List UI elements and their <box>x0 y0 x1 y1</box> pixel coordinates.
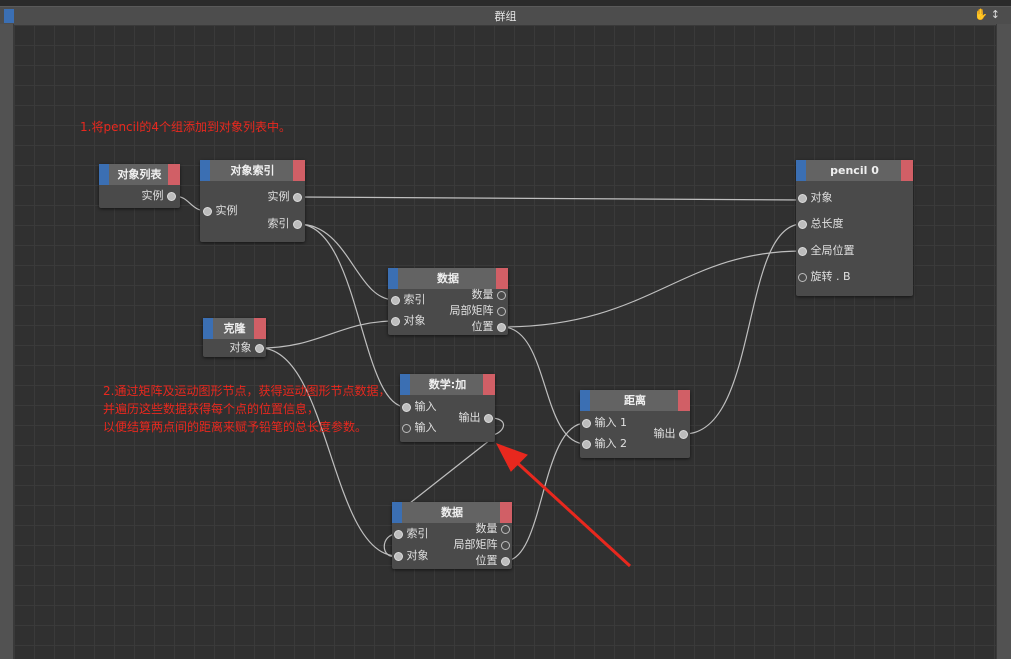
annotation-1: 1.将pencil的4个组添加到对象列表中。 <box>80 120 291 134</box>
annotation-2: 2.通过矩阵及运动图形节点，获得运动图形节点数据， 并遍历这些数据获得每个点的位… <box>103 382 390 436</box>
port-label: 总长度 <box>810 217 844 230</box>
port-socket[interactable] <box>798 272 807 282</box>
right-edge-bar <box>996 24 1011 659</box>
port-label: 数量 <box>471 288 494 301</box>
port-label: 输出 <box>458 411 481 424</box>
port-socket[interactable] <box>167 191 176 201</box>
port-socket[interactable] <box>391 295 400 305</box>
port-socket[interactable] <box>798 193 807 203</box>
port-socket[interactable] <box>402 402 411 412</box>
port-socket[interactable] <box>394 551 403 561</box>
port-label: 位置 <box>475 554 498 567</box>
annotation-line: 以便结算两点间的距离来赋予铅笔的总长度参数。 <box>103 420 368 434</box>
port-label: 输出 <box>653 427 676 440</box>
port-socket[interactable] <box>293 192 302 202</box>
port-socket[interactable] <box>497 306 506 316</box>
node-data-top[interactable]: 数据 索引 对象 数量 局部矩阵 位置 <box>388 268 508 335</box>
node-title: 克隆 <box>223 322 246 335</box>
hand-icon[interactable]: ✋ <box>974 8 991 21</box>
node-title: 对象索引 <box>230 164 275 177</box>
port-socket[interactable] <box>501 524 510 534</box>
port-socket[interactable] <box>391 316 400 326</box>
node-title: 数学:加 <box>428 378 467 391</box>
port-socket[interactable] <box>582 418 591 428</box>
port-label: 索引 <box>406 527 429 540</box>
left-edge-bar <box>0 24 14 659</box>
node-clone[interactable]: 克隆 对象 <box>203 318 266 357</box>
port-label: 实例 <box>267 190 290 203</box>
port-label: 位置 <box>471 320 494 333</box>
port-label: 局部矩阵 <box>449 304 494 317</box>
window-titlebar[interactable]: 群组 ✋↕ <box>0 6 1011 26</box>
port-socket[interactable] <box>394 529 403 539</box>
annotation-line: 并遍历这些数据获得每个点的位置信息， <box>103 402 320 416</box>
port-label: 对象 <box>810 191 833 204</box>
node-title: 对象列表 <box>117 168 162 181</box>
port-label: 对象 <box>229 341 252 354</box>
node-object-list[interactable]: 对象列表 实例 <box>99 164 180 208</box>
node-data-bottom[interactable]: 数据 索引 对象 数量 局部矩阵 位置 <box>392 502 512 569</box>
port-label: 局部矩阵 <box>453 538 498 551</box>
port-socket[interactable] <box>798 219 807 229</box>
port-label: 实例 <box>141 189 164 202</box>
node-title: 数据 <box>441 506 463 519</box>
port-label: 实例 <box>215 204 238 217</box>
port-socket[interactable] <box>497 322 506 332</box>
port-socket[interactable] <box>255 343 264 353</box>
port-socket[interactable] <box>501 540 510 550</box>
port-socket[interactable] <box>501 556 510 566</box>
node-object-index[interactable]: 对象索引 实例 实例 索引 <box>200 160 305 242</box>
port-label: 索引 <box>267 217 290 230</box>
port-socket[interactable] <box>582 439 591 449</box>
port-socket[interactable] <box>484 413 493 423</box>
port-label: 输入 1 <box>594 416 628 429</box>
node-title: 距离 <box>624 394 646 407</box>
port-label: 旋转 . B <box>810 270 851 283</box>
port-socket[interactable] <box>402 423 411 433</box>
port-label: 对象 <box>403 314 426 327</box>
node-distance[interactable]: 距离 输入 1 输入 2 输出 <box>580 390 690 458</box>
title-icons: ✋↕ <box>974 8 1003 21</box>
port-label: 输入 2 <box>594 437 628 450</box>
node-math-add[interactable]: 数学:加 输入 输入 输出 <box>400 374 495 442</box>
vertical-resize-icon[interactable]: ↕ <box>991 8 1003 21</box>
window-title: 群组 <box>494 10 517 23</box>
port-socket[interactable] <box>798 246 807 256</box>
port-label: 输入 <box>414 400 437 413</box>
port-label: 数量 <box>475 522 498 535</box>
port-label: 索引 <box>403 293 426 306</box>
port-label: 对象 <box>406 549 429 562</box>
node-title: pencil 0 <box>830 164 879 177</box>
annotation-line: 2.通过矩阵及运动图形节点，获得运动图形节点数据， <box>103 384 391 398</box>
port-socket[interactable] <box>497 290 506 300</box>
port-label: 全局位置 <box>810 244 855 257</box>
port-socket[interactable] <box>293 219 302 229</box>
node-pencil[interactable]: pencil 0 对象 总长度 全局位置 旋转 . B <box>796 160 913 296</box>
port-socket[interactable] <box>203 206 212 216</box>
port-socket[interactable] <box>679 429 688 439</box>
node-title: 数据 <box>437 272 459 285</box>
port-label: 输入 <box>414 421 437 434</box>
